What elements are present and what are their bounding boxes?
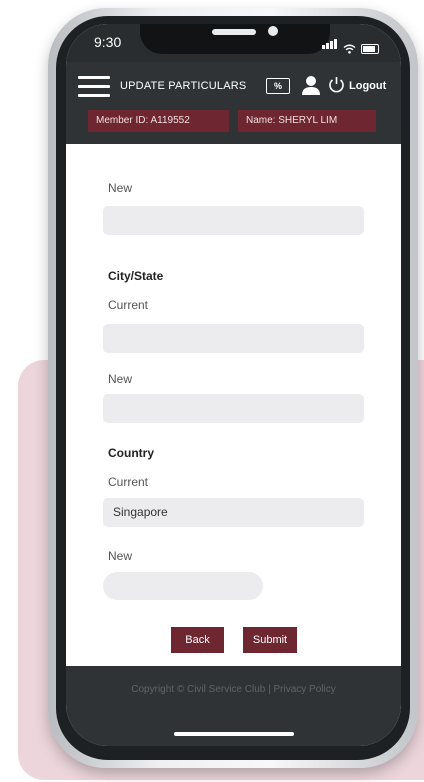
city-state-new-label: New	[108, 372, 133, 386]
country-current-label: Current	[108, 475, 149, 489]
member-name-badge: Name: SHERYL LIM	[238, 110, 376, 132]
discount-icon[interactable]: %	[266, 78, 290, 94]
camera-icon	[268, 26, 278, 36]
page-title: UPDATE PARTICULARS	[120, 80, 247, 92]
update-form: New City/State Current New Country Curre…	[66, 144, 401, 664]
status-time: 9:30	[94, 34, 122, 50]
city-state-current-label: Current	[108, 298, 149, 312]
hamburger-icon[interactable]	[78, 76, 110, 98]
country-section-title: Country	[108, 446, 154, 460]
notch	[140, 24, 330, 54]
signal-icon	[322, 36, 338, 54]
address-new-label: New	[108, 181, 133, 195]
app-header: UPDATE PARTICULARS % Logout Member ID: A…	[66, 62, 401, 144]
country-new-select[interactable]	[103, 572, 263, 600]
address-new-input[interactable]	[103, 206, 364, 235]
country-current-field: Singapore	[103, 498, 364, 527]
submit-button[interactable]: Submit	[243, 627, 297, 653]
speaker-icon	[212, 29, 256, 35]
status-icons	[322, 36, 379, 54]
home-indicator	[174, 732, 294, 736]
user-icon[interactable]	[302, 75, 320, 95]
footer-copyright[interactable]: Copyright © Civil Service Club | Privacy…	[66, 684, 401, 695]
back-button[interactable]: Back	[171, 627, 224, 653]
phone-screen: 9:30 UPDATE PARTICULARS % Logout Member …	[66, 24, 401, 746]
city-state-section-title: City/State	[108, 269, 164, 283]
logout-button[interactable]: Logout	[349, 80, 386, 92]
footer: Copyright © Civil Service Club | Privacy…	[66, 666, 401, 746]
battery-icon	[361, 44, 379, 54]
power-icon[interactable]	[328, 76, 345, 93]
wifi-icon	[343, 44, 356, 54]
country-new-label: New	[108, 549, 133, 563]
member-id-badge: Member ID: A119552	[88, 110, 229, 132]
city-state-current-field	[103, 324, 364, 353]
status-bar: 9:30	[66, 24, 401, 62]
city-state-new-input[interactable]	[103, 394, 364, 423]
